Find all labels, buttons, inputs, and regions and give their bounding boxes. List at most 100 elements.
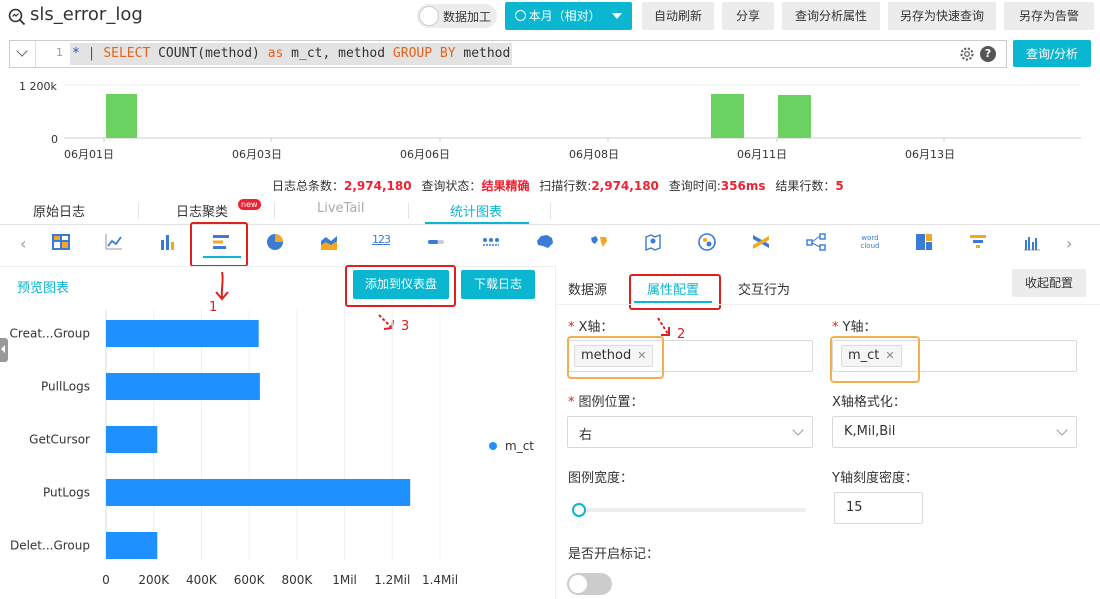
query-group-by: GROUP BY	[392, 46, 456, 61]
area-chart-icon[interactable]	[319, 232, 339, 252]
query-stats: 日志总条数：2,974,180 查询状态：结果精确 扫描行数:2,974,180…	[272, 177, 844, 194]
query-select: SELECT	[103, 46, 151, 61]
line-chart-icon[interactable]	[104, 232, 124, 252]
auto-refresh-button[interactable]: 自动刷新	[642, 2, 714, 30]
sankey-chart-icon[interactable]	[751, 232, 771, 252]
config-tab-datasource[interactable]: 数据源	[568, 279, 607, 298]
chart-x-tick-label: 1.4Mil	[422, 573, 458, 587]
chart-x-tick-label: 800K	[281, 573, 313, 587]
chart-bar[interactable]	[106, 532, 158, 559]
chevron-left-icon[interactable]: ‹	[20, 234, 26, 253]
tab-statistics-chart[interactable]: 统计图表	[450, 201, 502, 220]
legend-position-label-text: 图例位置：	[578, 395, 644, 410]
tab-log-cluster[interactable]: 日志聚类	[176, 201, 228, 220]
chart-bar[interactable]	[106, 373, 260, 400]
hist-y-tick-zero: 0	[51, 133, 58, 146]
result-tabs: 原始日志 日志聚类 new LiveTail 统计图表	[0, 197, 1100, 225]
collapse-config-button[interactable]: 收起配置	[1012, 269, 1086, 297]
save-alert-button[interactable]: 另存为告警	[1004, 2, 1094, 30]
funnel-chart-icon[interactable]	[968, 232, 988, 252]
chart-category-label: GetCursor	[29, 433, 90, 447]
chevron-down-icon	[792, 424, 804, 436]
table-chart-icon[interactable]	[51, 232, 71, 252]
x-format-select[interactable]: K,Mil,Bil	[832, 416, 1077, 448]
log-histogram[interactable]: 1 200k 0 06月01日 06月03日 06月06日 06月08日 06月…	[9, 72, 1081, 172]
gear-icon[interactable]	[959, 46, 975, 62]
stat-scan-label: 扫描行数:	[539, 179, 592, 193]
clock-icon	[514, 10, 526, 21]
pie-chart-icon[interactable]	[265, 232, 285, 252]
query-analyze-button[interactable]: 查询/分析	[1013, 40, 1091, 67]
stat-total: 2,974,180	[344, 179, 412, 193]
legend-width-label: 图例宽度：	[568, 471, 634, 486]
highlight-y-axis	[830, 336, 920, 383]
progress-bar-icon[interactable]	[426, 232, 446, 252]
config-tabs-border	[556, 304, 1100, 305]
caret-down-icon	[612, 13, 623, 19]
chart-bar[interactable]	[106, 479, 411, 506]
chart-category-label: PutLogs	[43, 486, 90, 500]
chart-category-label: PullLogs	[41, 380, 90, 394]
active-tab-underline	[425, 222, 529, 224]
share-button[interactable]: 分享	[722, 2, 774, 30]
stat-time-label: 查询时间:	[668, 179, 721, 193]
hist-y-tick-max: 1 200k	[19, 80, 57, 93]
y-density-label: Y轴刻度密度：	[832, 471, 918, 486]
stat-time: 356ms	[720, 179, 766, 193]
new-badge: new	[238, 199, 261, 210]
left-panel-separator	[0, 266, 555, 267]
hist-bar[interactable]	[106, 94, 137, 138]
scatter-map-icon[interactable]	[697, 232, 717, 252]
y-density-input[interactable]: 15	[834, 492, 923, 524]
column-chart-icon[interactable]	[158, 232, 178, 252]
query-attributes-button[interactable]: 查询分析属性	[782, 2, 880, 30]
legend-position-select[interactable]: 右	[567, 416, 813, 448]
multi-column-chart-icon[interactable]	[1022, 232, 1042, 252]
download-log-button[interactable]: 下载日志	[461, 270, 535, 299]
hist-x-tick: 06月03日	[232, 148, 282, 161]
china-map-icon[interactable]	[535, 232, 555, 252]
x-axis-label-text: X轴：	[578, 320, 614, 335]
history-dropdown[interactable]	[10, 41, 36, 67]
query-editor[interactable]: 1 * | SELECT COUNT(method) as m_ct, meth…	[9, 40, 1007, 68]
stat-status: 结果精确	[481, 179, 530, 193]
time-range-button[interactable]: 本月（相对）	[505, 2, 632, 30]
chart-x-tick-label: 200K	[138, 573, 170, 587]
preview-bar-chart[interactable]: 0 200K 400K 600K 800K 1Mil 1.2Mil 1.4Mil Creat..…	[0, 306, 540, 596]
single-value-icon[interactable]: 123	[372, 233, 391, 246]
marker-label: 是否开启标记：	[568, 547, 660, 562]
add-to-dashboard-button[interactable]: 添加到仪表盘	[353, 270, 449, 299]
chart-bar[interactable]	[106, 426, 158, 453]
legend-width-slider-handle[interactable]	[572, 503, 586, 517]
stat-total-label: 日志总条数：	[272, 179, 345, 193]
stat-rows: 5	[835, 179, 844, 193]
world-map-icon[interactable]	[589, 232, 609, 252]
chevron-right-icon[interactable]: ›	[1066, 234, 1072, 253]
topology-chart-icon[interactable]	[806, 232, 826, 252]
config-tab-interaction[interactable]: 交互行为	[738, 279, 790, 298]
chart-x-tick-label: 0	[102, 573, 110, 587]
y-axis-label-text: Y轴：	[842, 320, 877, 335]
stat-rows-label: 结果行数：	[775, 179, 836, 193]
hist-bar[interactable]	[778, 95, 811, 138]
query-count: COUNT(method)	[150, 46, 268, 61]
query-text[interactable]: * | SELECT COUNT(method) as m_ct, method…	[70, 43, 513, 65]
query-group-field: method	[455, 46, 511, 61]
legend-width-slider-track[interactable]	[578, 508, 806, 512]
location-map-icon[interactable]	[643, 232, 663, 252]
data-processing-toggle[interactable]: 数据加工	[417, 4, 497, 28]
help-icon[interactable]: ?	[980, 46, 996, 62]
marker-switch[interactable]	[567, 573, 612, 595]
save-quick-query-button[interactable]: 另存为快速查询	[888, 2, 996, 30]
hist-bar[interactable]	[711, 94, 744, 138]
legend-label: m_ct	[505, 439, 534, 453]
chart-bar[interactable]	[106, 320, 259, 347]
tab-raw-logs[interactable]: 原始日志	[33, 201, 85, 220]
tab-livetail[interactable]: LiveTail	[317, 201, 365, 216]
flow-chart-icon[interactable]	[481, 232, 501, 252]
chevron-down-icon	[1056, 424, 1068, 436]
data-processing-label: 数据加工	[443, 10, 492, 24]
treemap-chart-icon[interactable]	[914, 232, 934, 252]
x-format-label: X轴格式化：	[832, 395, 906, 410]
word-cloud-icon[interactable]: word cloud	[859, 234, 881, 250]
